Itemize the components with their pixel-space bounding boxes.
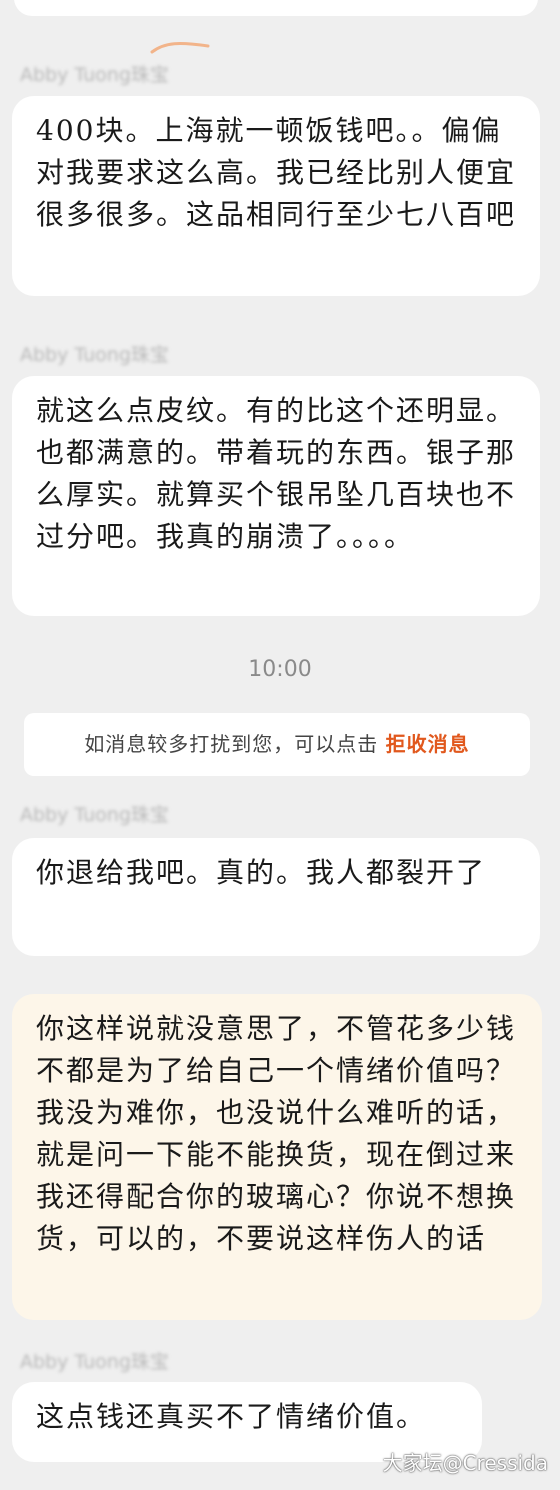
sender-name: Abby Tuong珠宝 — [20, 1351, 169, 1373]
message-bubble[interactable]: 400块。上海就一顿饭钱吧。。偏偏对我要求这么高。我已经比别人便宜很多很多。这品… — [12, 96, 540, 296]
watermark: 大家坛@Cressida — [382, 1451, 548, 1475]
sender-name: Abby Tuong珠宝 — [20, 64, 169, 86]
message-bubble[interactable]: 就这么点皮纹。有的比这个还明显。也都满意的。带着玩的东西。银子那么厚实。就算买个… — [12, 376, 540, 616]
previous-message-bubble — [14, 0, 538, 16]
notice-banner: 如消息较多打扰到您，可以点击 拒收消息 — [24, 713, 530, 776]
message-bubble[interactable]: 你退给我吧。真的。我人都裂开了 — [12, 838, 540, 956]
message-timestamp: 10:00 — [248, 657, 312, 682]
sender-name: Abby Tuong珠宝 — [20, 344, 169, 366]
own-message-bubble[interactable]: 你这样说就没意思了，不管花多少钱不都是为了给自己一个情绪价值吗？我没为难你，也没… — [12, 994, 542, 1320]
sender-name: Abby Tuong珠宝 — [20, 804, 169, 826]
scribble-mark — [150, 42, 210, 54]
reject-messages-link[interactable]: 拒收消息 — [386, 732, 470, 756]
notice-text: 如消息较多打扰到您，可以点击 — [84, 732, 379, 756]
